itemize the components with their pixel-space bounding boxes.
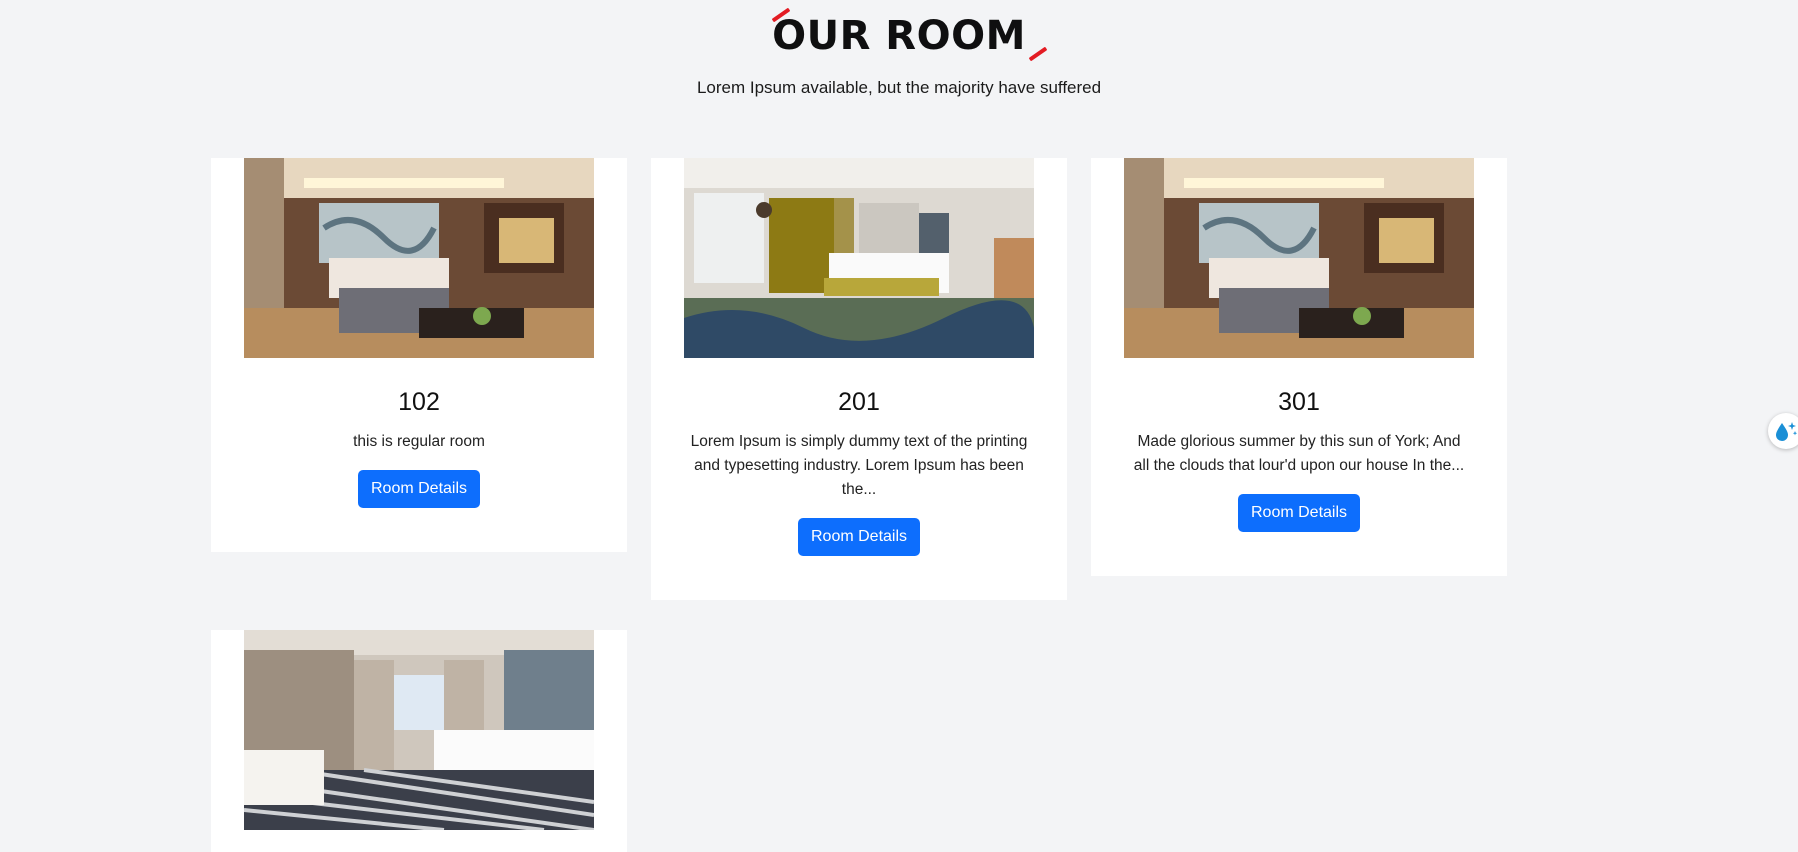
room-image[interactable] xyxy=(244,630,594,830)
room-description: Made glorious summer by this sun of York… xyxy=(1133,433,1465,474)
room-image[interactable] xyxy=(1124,158,1474,358)
room-image[interactable] xyxy=(684,158,1034,358)
water-drop-sparkle-icon xyxy=(1776,422,1798,441)
section-subtitle: Lorem Ipsum available, but the majority … xyxy=(696,78,1102,97)
room-number: 301 xyxy=(1278,388,1320,416)
room-details-button[interactable]: Room Details xyxy=(1237,494,1361,532)
room-description: this is regular room xyxy=(353,433,485,450)
room-card: 301 Made glorious summer by this sun of … xyxy=(1091,158,1507,576)
room-card: 102 this is regular room Room Details xyxy=(211,158,627,552)
room-card xyxy=(211,630,627,852)
room-description: Lorem Ipsum is simply dummy text of the … xyxy=(690,433,1028,498)
room-details-button[interactable]: Room Details xyxy=(797,518,921,556)
section-title: OUR ROOM xyxy=(771,7,1048,62)
room-number: 201 xyxy=(838,388,880,416)
room-number: 102 xyxy=(398,388,440,416)
rooms-page: OUR ROOM Lorem Ipsum available, but the … xyxy=(0,0,1798,852)
title-accent-right xyxy=(1028,46,1048,62)
section-header: OUR ROOM Lorem Ipsum available, but the … xyxy=(0,7,1798,98)
room-card: 201 Lorem Ipsum is simply dummy text of … xyxy=(651,158,1067,600)
room-details-button[interactable]: Room Details xyxy=(357,470,481,508)
floating-widget-button[interactable] xyxy=(1768,413,1798,449)
room-image[interactable] xyxy=(244,158,594,358)
section-title-text: OUR ROOM xyxy=(772,13,1026,59)
